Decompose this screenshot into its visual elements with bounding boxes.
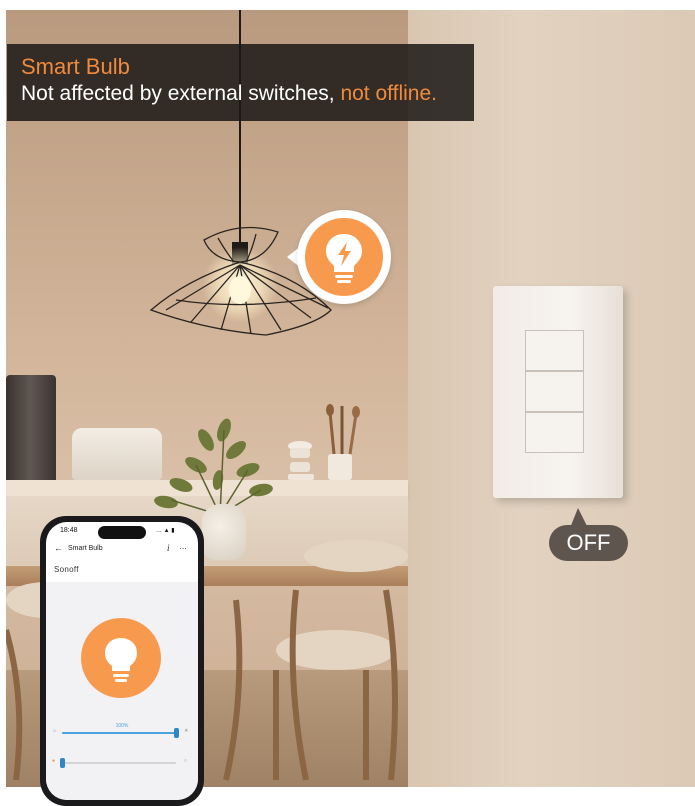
phone-clock: 18:48 xyxy=(60,527,78,534)
bulb-lightning-icon xyxy=(326,234,362,283)
info-icon[interactable]: i xyxy=(167,543,170,553)
brightness-high-icon: ☀ xyxy=(184,728,189,734)
cool-light-icon: ○ xyxy=(184,758,188,764)
stacked-cups xyxy=(288,441,314,480)
caption-text: Not affected by external switches, not o… xyxy=(21,82,437,106)
switch-key-3 xyxy=(525,412,584,453)
caption-banner: Smart Bulb Not affected by external swit… xyxy=(7,44,474,121)
bulb-badge xyxy=(297,210,391,304)
switch-key-1 xyxy=(525,330,584,371)
bulb-icon xyxy=(105,638,137,682)
bulb-badge-circle xyxy=(305,218,383,296)
brightness-low-icon: ☼ xyxy=(52,728,57,734)
potted-plant-leaves xyxy=(154,418,273,516)
brightness-slider-track[interactable] xyxy=(62,732,176,734)
color-temperature-slider-track[interactable] xyxy=(62,762,176,764)
phone-status-icons: … ▲ ▮ xyxy=(156,528,175,534)
caption-text-highlight: not offline. xyxy=(340,82,437,105)
utensils xyxy=(326,404,360,455)
switch-status-badge: OFF xyxy=(549,525,628,561)
utensil-jar xyxy=(328,454,352,480)
phone-screen: 18:48 … ▲ ▮ ← Smart Bulb i … Sonoff 100%… xyxy=(46,522,198,800)
back-arrow-icon[interactable]: ← xyxy=(54,543,63,553)
coffee-machine xyxy=(6,375,56,480)
phone-dynamic-island xyxy=(98,526,146,539)
brand-logo: Sonoff xyxy=(54,565,79,574)
caption-title: Smart Bulb xyxy=(21,54,130,79)
wall-switch xyxy=(493,286,623,498)
warm-light-icon: ● xyxy=(52,758,56,764)
power-toggle-button[interactable] xyxy=(81,618,161,698)
color-temperature-slider-handle[interactable] xyxy=(59,758,65,768)
switch-key-2 xyxy=(525,371,584,412)
brightness-slider-handle[interactable] xyxy=(173,728,179,738)
smartphone: 18:48 … ▲ ▮ ← Smart Bulb i … Sonoff 100%… xyxy=(40,516,204,806)
caption-text-prefix: Not affected by external switches, xyxy=(21,82,341,105)
more-icon[interactable]: … xyxy=(179,542,187,551)
phone-screen-title: Smart Bulb xyxy=(68,545,103,552)
